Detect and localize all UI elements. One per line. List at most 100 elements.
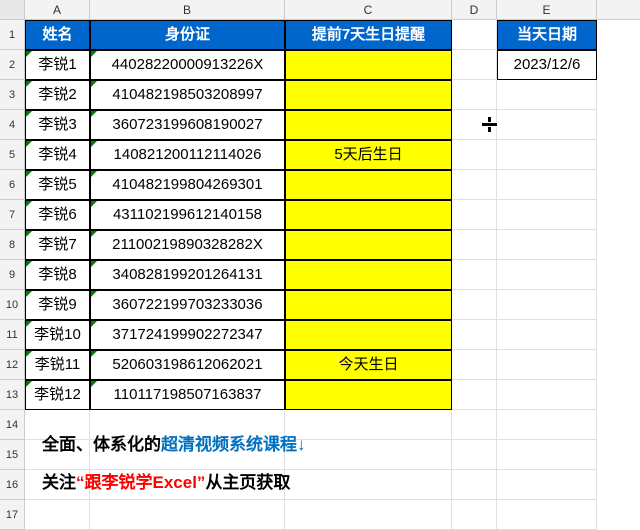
cell-E9[interactable] [497, 260, 597, 290]
cell-reminder-7[interactable] [285, 200, 452, 230]
cell-E17[interactable] [497, 500, 597, 530]
cell-E10[interactable] [497, 290, 597, 320]
cell-D8[interactable] [452, 230, 497, 260]
cell-name-12[interactable]: 李锐11 [25, 350, 90, 380]
row-header-8[interactable]: 8 [0, 230, 25, 260]
cell-id-8[interactable]: 21100219890328282X [90, 230, 285, 260]
cell-id-4[interactable]: 360723199608190027 [90, 110, 285, 140]
cell-id-5[interactable]: 140821200112114026 [90, 140, 285, 170]
cell-D9[interactable] [452, 260, 497, 290]
cell-E7[interactable] [497, 200, 597, 230]
cell-E11[interactable] [497, 320, 597, 350]
cell-name-11[interactable]: 李锐10 [25, 320, 90, 350]
cell-E13[interactable] [497, 380, 597, 410]
cell-name-7[interactable]: 李锐6 [25, 200, 90, 230]
row-header-10[interactable]: 10 [0, 290, 25, 320]
cell-C16[interactable] [285, 470, 452, 500]
cell-E3[interactable] [497, 80, 597, 110]
row-header-1[interactable]: 1 [0, 20, 25, 50]
cell-D5[interactable] [452, 140, 497, 170]
cell-name-4[interactable]: 李锐3 [25, 110, 90, 140]
cell-name-10[interactable]: 李锐9 [25, 290, 90, 320]
row-header-2[interactable]: 2 [0, 50, 25, 80]
cell-reminder-6[interactable] [285, 170, 452, 200]
row-header-4[interactable]: 4 [0, 110, 25, 140]
cell-C15[interactable] [285, 440, 452, 470]
cell-C14[interactable] [285, 410, 452, 440]
cell-reminder-4[interactable] [285, 110, 452, 140]
cell-reminder-9[interactable] [285, 260, 452, 290]
row-header-12[interactable]: 12 [0, 350, 25, 380]
cell-D12[interactable] [452, 350, 497, 380]
row-header-13[interactable]: 13 [0, 380, 25, 410]
row-header-3[interactable]: 3 [0, 80, 25, 110]
cell-reminder-5[interactable]: 5天后生日 [285, 140, 452, 170]
cell-D16[interactable] [452, 470, 497, 500]
cell-reminder-8[interactable] [285, 230, 452, 260]
cell-E6[interactable] [497, 170, 597, 200]
cell-E8[interactable] [497, 230, 597, 260]
row-header-17[interactable]: 17 [0, 500, 25, 530]
col-header-A[interactable]: A [25, 0, 90, 19]
cell-D3[interactable] [452, 80, 497, 110]
cell-name-5[interactable]: 李锐4 [25, 140, 90, 170]
cell-D10[interactable] [452, 290, 497, 320]
row-header-14[interactable]: 14 [0, 410, 25, 440]
cell-id-11[interactable]: 371724199902272347 [90, 320, 285, 350]
row-header-9[interactable]: 9 [0, 260, 25, 290]
cell-E16[interactable] [497, 470, 597, 500]
cell-E5[interactable] [497, 140, 597, 170]
cell-E12[interactable] [497, 350, 597, 380]
cell-reminder-3[interactable] [285, 80, 452, 110]
header-name[interactable]: 姓名 [25, 20, 90, 50]
cell-reminder-12[interactable]: 今天生日 [285, 350, 452, 380]
cell-name-2[interactable]: 李锐1 [25, 50, 90, 80]
col-header-D[interactable]: D [452, 0, 497, 19]
header-today[interactable]: 当天日期 [497, 20, 597, 50]
row-header-5[interactable]: 5 [0, 140, 25, 170]
cell-name-13[interactable]: 李锐12 [25, 380, 90, 410]
cell-D14[interactable] [452, 410, 497, 440]
cell-reminder-13[interactable] [285, 380, 452, 410]
cell-today-date[interactable]: 2023/12/6 [497, 50, 597, 80]
cell-name-8[interactable]: 李锐7 [25, 230, 90, 260]
cell-id-3[interactable]: 410482198503208997 [90, 80, 285, 110]
cell-D4[interactable] [452, 110, 497, 140]
row-header-16[interactable]: 16 [0, 470, 25, 500]
cell-D7[interactable] [452, 200, 497, 230]
cell-id-2[interactable]: 44028220000913226X [90, 50, 285, 80]
header-reminder[interactable]: 提前7天生日提醒 [285, 20, 452, 50]
select-all-corner[interactable] [0, 0, 25, 19]
cell-name-3[interactable]: 李锐2 [25, 80, 90, 110]
cell-D6[interactable] [452, 170, 497, 200]
cell-D17[interactable] [452, 500, 497, 530]
cell-id-10[interactable]: 360722199703233036 [90, 290, 285, 320]
cell-D11[interactable] [452, 320, 497, 350]
cell-reminder-10[interactable] [285, 290, 452, 320]
header-id[interactable]: 身份证 [90, 20, 285, 50]
cell-reminder-11[interactable] [285, 320, 452, 350]
row-header-7[interactable]: 7 [0, 200, 25, 230]
cell-id-9[interactable]: 340828199201264131 [90, 260, 285, 290]
cell-E14[interactable] [497, 410, 597, 440]
row-header-15[interactable]: 15 [0, 440, 25, 470]
cell-D2[interactable] [452, 50, 497, 80]
row-header-6[interactable]: 6 [0, 170, 25, 200]
cell-id-6[interactable]: 410482199804269301 [90, 170, 285, 200]
cell-id-12[interactable]: 520603198612062021 [90, 350, 285, 380]
cell-E4[interactable] [497, 110, 597, 140]
cell-C17[interactable] [285, 500, 452, 530]
cell-id-13[interactable]: 110117198507163837 [90, 380, 285, 410]
cell-D13[interactable] [452, 380, 497, 410]
cell-E15[interactable] [497, 440, 597, 470]
cell-id-7[interactable]: 431102199612140158 [90, 200, 285, 230]
cell-D15[interactable] [452, 440, 497, 470]
col-header-E[interactable]: E [497, 0, 597, 19]
cell-name-6[interactable]: 李锐5 [25, 170, 90, 200]
cell-B17[interactable] [90, 500, 285, 530]
row-header-11[interactable]: 11 [0, 320, 25, 350]
col-header-B[interactable]: B [90, 0, 285, 19]
col-header-C[interactable]: C [285, 0, 452, 19]
cell-A17[interactable] [25, 500, 90, 530]
cell-reminder-2[interactable] [285, 50, 452, 80]
